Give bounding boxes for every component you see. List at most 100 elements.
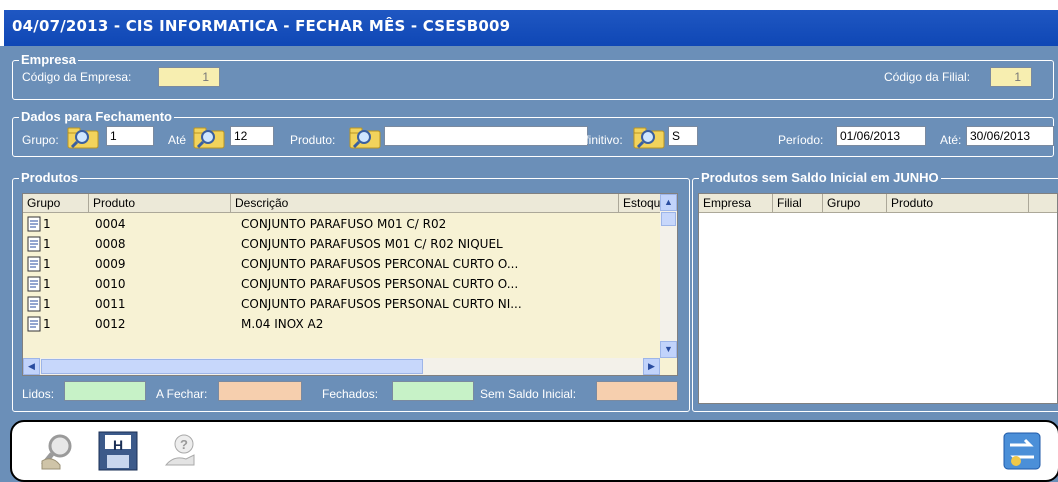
afechar-label: A Fechar: (156, 387, 208, 401)
product-row-icon (27, 256, 41, 272)
grupo-input[interactable]: 1 (106, 126, 154, 146)
title-bar: 04/07/2013 - CIS INFORMATICA - FECHAR MÊ… (0, 0, 1058, 46)
col-produto[interactable]: Produto (89, 194, 231, 212)
search-magnifier-icon (41, 434, 72, 470)
cell-descricao: CONJUNTO PARAFUSOS PERSONAL CURTO NI... (241, 297, 522, 311)
col-estoque[interactable]: Estoque (619, 194, 661, 212)
produto-input[interactable] (384, 126, 588, 146)
cell-descricao: CONJUNTO PARAFUSOS PERSONAL CURTO O... (241, 277, 519, 291)
folder-lookup-icon (633, 127, 665, 149)
cell-descricao: M.04 INOX A2 (241, 317, 324, 331)
produtos-grid-header: Grupo Produto Descrição Estoque (23, 194, 677, 213)
search-button[interactable] (38, 431, 78, 471)
scroll-left-icon[interactable]: ◀ (23, 358, 40, 375)
fechados-label: Fechados: (322, 387, 379, 401)
col-grupo-semsaldo[interactable]: Grupo (823, 194, 887, 212)
periodo-ate-label: Até: (940, 133, 962, 147)
cell-produto: 0012 (95, 317, 126, 331)
produto-label: Produto: (290, 133, 336, 147)
table-row[interactable]: 1 0010 CONJUNTO PARAFUSOS PERSONAL CURTO… (23, 274, 677, 294)
product-row-icon (27, 296, 41, 312)
exit-swap-icon (1003, 432, 1041, 470)
cell-grupo: 1 (43, 317, 51, 331)
codigo-filial-field[interactable]: 1 (990, 67, 1032, 87)
folder-lookup-icon (67, 127, 99, 149)
help-hand-icon: ? (164, 434, 195, 466)
grupo-ate-input[interactable]: 12 (230, 126, 274, 146)
fechados-field[interactable] (392, 381, 474, 401)
product-row-icon (27, 276, 41, 292)
scroll-right-icon[interactable]: ▶ (643, 358, 660, 375)
table-row[interactable]: 1 0012 M.04 INOX A2 (23, 314, 677, 334)
afechar-field[interactable] (218, 381, 302, 401)
col-filial[interactable]: Filial (773, 194, 823, 212)
grupo-lookup-button[interactable] (66, 125, 100, 149)
bottom-toolbar: H ? (10, 420, 1058, 482)
cell-grupo: 1 (43, 237, 51, 251)
cell-grupo: 1 (43, 257, 51, 271)
cell-produto: 0009 (95, 257, 126, 271)
semsaldo-label: Sem Saldo Inicial: (480, 387, 577, 401)
table-row[interactable]: 1 0009 CONJUNTO PARAFUSOS PERCONAL CURTO… (23, 254, 677, 274)
fechamento-legend: Dados para Fechamento (19, 109, 174, 124)
help-button[interactable]: ? (160, 431, 200, 471)
sem-saldo-grid[interactable]: Empresa Filial Grupo Produto (698, 193, 1058, 404)
col-grupo[interactable]: Grupo (23, 194, 89, 212)
exit-button[interactable] (1002, 431, 1042, 471)
produtos-vertical-scrollbar[interactable]: ▲ ▼ (660, 194, 677, 358)
table-row[interactable]: 1 0004 CONJUNTO PARAFUSO M01 C/ R02 (23, 214, 677, 234)
product-row-icon (27, 216, 41, 232)
window: 04/07/2013 - CIS INFORMATICA - FECHAR MÊ… (0, 0, 1058, 482)
col-descricao[interactable]: Descrição (231, 194, 619, 212)
empresa-legend: Empresa (19, 52, 78, 67)
save-button[interactable]: H (98, 431, 138, 471)
codigo-empresa-label: Código da Empresa: (22, 70, 132, 84)
window-title: 04/07/2013 - CIS INFORMATICA - FECHAR MÊ… (12, 17, 511, 35)
sem-saldo-grid-header: Empresa Filial Grupo Produto (699, 194, 1057, 213)
definitivo-lookup-button[interactable] (632, 125, 666, 149)
cell-grupo: 1 (43, 297, 51, 311)
lidos-label: Lidos: (22, 387, 55, 401)
semsaldo-field[interactable] (596, 381, 678, 401)
cell-descricao: CONJUNTO PARAFUSOS M01 C/ R02 NIQUEL (241, 237, 503, 251)
cell-produto: 0011 (95, 297, 126, 311)
product-row-icon (27, 236, 41, 252)
scroll-up-icon[interactable]: ▲ (660, 194, 677, 211)
col-produto-semsaldo[interactable]: Produto (887, 194, 1029, 212)
table-row[interactable]: 1 0011 CONJUNTO PARAFUSOS PERSONAL CURTO… (23, 294, 677, 314)
save-disk-icon: H (98, 431, 138, 471)
cell-grupo: 1 (43, 217, 51, 231)
sem-saldo-legend: Produtos sem Saldo Inicial em JUNHO (699, 170, 941, 185)
table-row[interactable]: 1 0008 CONJUNTO PARAFUSOS M01 C/ R02 NIQ… (23, 234, 677, 254)
lidos-field[interactable] (64, 381, 146, 401)
grupo-label: Grupo: (22, 133, 59, 147)
col-empresa[interactable]: Empresa (699, 194, 773, 212)
horizontal-scroll-thumb[interactable] (41, 359, 423, 374)
grupo-ate-label: Até (168, 133, 187, 147)
periodo-ate-input[interactable]: 30/06/2013 (966, 126, 1054, 146)
cell-descricao: CONJUNTO PARAFUSO M01 C/ R02 (241, 217, 447, 231)
periodo-label: Período: (778, 133, 824, 147)
svg-text:?: ? (180, 437, 188, 452)
folder-lookup-icon (349, 127, 381, 149)
produtos-horizontal-scrollbar[interactable]: ◀ ▶ (23, 358, 660, 375)
vertical-scroll-thumb[interactable] (661, 212, 676, 226)
produtos-legend: Produtos (19, 170, 81, 185)
cell-produto: 0010 (95, 277, 126, 291)
periodo-input[interactable]: 01/06/2013 (836, 126, 926, 146)
cell-descricao: CONJUNTO PARAFUSOS PERCONAL CURTO O... (241, 257, 519, 271)
produtos-grid[interactable]: Grupo Produto Descrição Estoque 1 0004 C… (22, 193, 678, 376)
cell-produto: 0008 (95, 237, 126, 251)
codigo-empresa-field[interactable]: 1 (158, 67, 220, 87)
scroll-down-icon[interactable]: ▼ (660, 341, 677, 358)
svg-text:H: H (113, 437, 123, 453)
definitivo-label: Definitivo: (570, 133, 623, 147)
product-row-icon (27, 316, 41, 332)
cell-produto: 0004 (95, 217, 126, 231)
codigo-filial-label: Código da Filial: (884, 70, 971, 84)
folder-lookup-icon (193, 127, 225, 149)
definitivo-input[interactable]: S (668, 126, 698, 146)
grupo-ate-lookup-button[interactable] (192, 125, 226, 149)
cell-grupo: 1 (43, 277, 51, 291)
produto-lookup-button[interactable] (348, 125, 382, 149)
